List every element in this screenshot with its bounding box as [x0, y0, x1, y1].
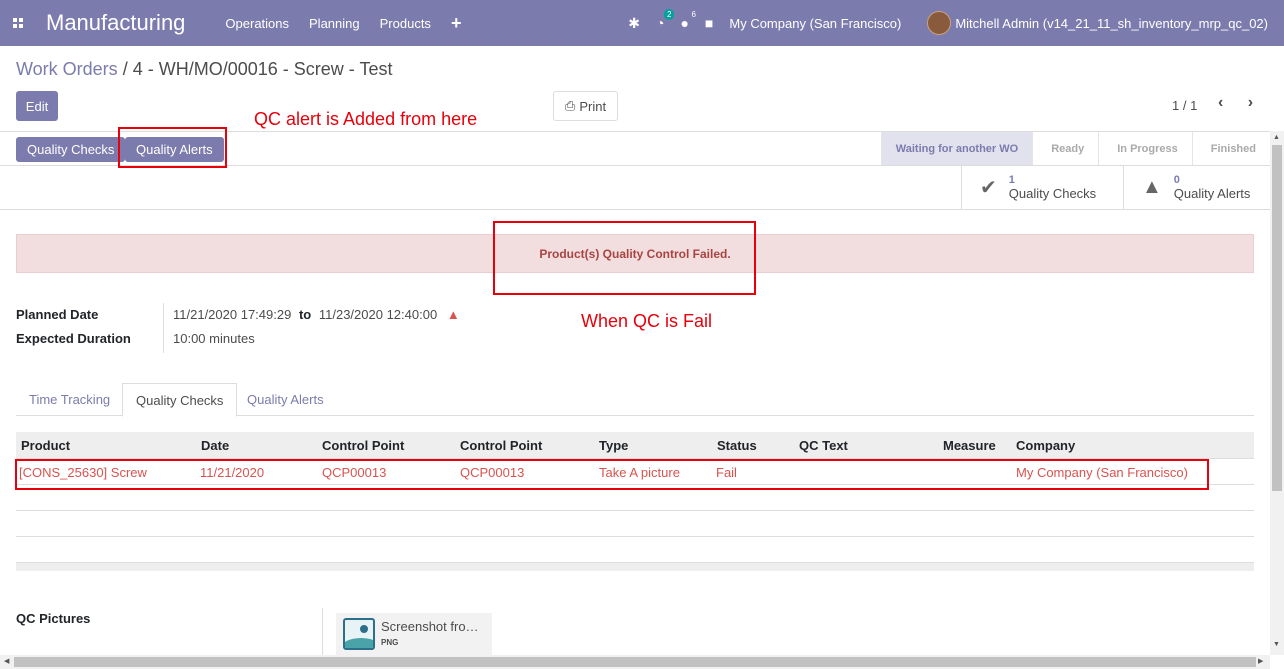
- print-button[interactable]: ⎙ Print: [553, 91, 618, 121]
- scroll-down-icon[interactable]: ▼: [1273, 641, 1280, 648]
- quality-checks-button[interactable]: Quality Checks: [16, 137, 126, 162]
- breadcrumb-current: 4 - WH/MO/00016 - Screw - Test: [132, 59, 393, 79]
- col-status[interactable]: Status: [717, 432, 757, 459]
- planned-to: to: [298, 307, 312, 322]
- tab-time-tracking[interactable]: Time Tracking: [16, 383, 123, 416]
- annotation-qc-alert: QC alert is Added from here: [254, 109, 478, 129]
- menu-products[interactable]: Products: [380, 16, 431, 31]
- attachment-name: Screenshot fro…: [381, 619, 479, 634]
- user-menu[interactable]: Mitchell Admin (v14_21_11_sh_inventory_m…: [955, 16, 1268, 31]
- quality-alerts-stat-button[interactable]: ▲ 0 Quality Alerts: [1123, 166, 1270, 209]
- stage-in-progress[interactable]: In Progress: [1098, 132, 1192, 165]
- late-warning-icon: ▲: [446, 307, 460, 322]
- scroll-left-icon[interactable]: ◀: [4, 657, 9, 665]
- expected-duration-value: 10:00 minutes: [173, 331, 255, 346]
- vertical-scrollbar[interactable]: ▲ ▼: [1270, 131, 1284, 655]
- qc-pictures-label: QC Pictures: [16, 611, 91, 626]
- stage-ready[interactable]: Ready: [1032, 132, 1098, 165]
- bug-icon[interactable]: ✱: [628, 15, 640, 32]
- chat-icon[interactable]: ● 6: [680, 10, 695, 31]
- quality-checks-stat-label: Quality Checks: [1008, 186, 1097, 201]
- apps-menu-icon[interactable]: [0, 0, 36, 46]
- user-avatar[interactable]: [927, 11, 952, 35]
- menu-operations[interactable]: Operations: [225, 16, 289, 31]
- quality-alerts-stat-label: Quality Alerts: [1173, 186, 1251, 201]
- planned-date-label: Planned Date: [16, 307, 99, 322]
- stage-waiting[interactable]: Waiting for another WO: [880, 132, 1033, 165]
- breadcrumb-work-orders[interactable]: Work Orders: [16, 59, 118, 79]
- planned-end: 11/23/2020 12:40:00: [318, 307, 438, 322]
- empty-row: [16, 511, 1254, 537]
- scroll-right-icon[interactable]: ▶: [1258, 657, 1263, 665]
- col-date[interactable]: Date: [201, 432, 229, 459]
- col-type[interactable]: Type: [599, 432, 628, 459]
- col-control-point[interactable]: Control Point: [322, 432, 404, 459]
- annotation-box-quality-alerts: [118, 127, 227, 168]
- messages-badge: 6: [691, 10, 696, 19]
- expected-duration-label: Expected Duration: [16, 331, 131, 346]
- quality-alerts-count: 0: [1173, 174, 1180, 186]
- gift-icon[interactable]: ■: [705, 15, 713, 31]
- stat-buttons-row: ✔ 1 Quality Checks ▲ 0 Quality Alerts: [0, 166, 1270, 210]
- vertical-scroll-thumb[interactable]: [1272, 145, 1282, 491]
- print-label: Print: [579, 98, 607, 114]
- duration-value: 10:00: [173, 331, 206, 346]
- stage-pipeline: Waiting for another WO Ready In Progress…: [880, 132, 1270, 165]
- quality-checks-stat-button[interactable]: ✔ 1 Quality Checks: [961, 166, 1123, 209]
- col-qc-text[interactable]: QC Text: [799, 432, 848, 459]
- empty-row: [16, 537, 1254, 563]
- pager-value[interactable]: 1 / 1: [1172, 98, 1197, 113]
- col-product[interactable]: Product: [21, 432, 70, 459]
- tab-quality-checks[interactable]: Quality Checks: [122, 383, 238, 417]
- col-control-point-2[interactable]: Control Point: [460, 432, 542, 459]
- company-switcher[interactable]: My Company (San Francisco): [729, 16, 901, 31]
- quality-checks-count: 1: [1008, 174, 1015, 186]
- stage-finished[interactable]: Finished: [1191, 132, 1270, 165]
- annotation-box-row: [15, 459, 1209, 490]
- image-file-icon: [343, 618, 375, 650]
- table-header: Product Date Control Point Control Point…: [16, 432, 1254, 459]
- horizontal-scrollbar[interactable]: ◀ ▶: [0, 655, 1270, 669]
- edit-button[interactable]: Edit: [16, 91, 58, 121]
- qc-pictures-divider: [322, 608, 323, 658]
- notebook-tabs: Time Tracking Quality Checks Quality Ale…: [16, 383, 1254, 417]
- attachment-card[interactable]: Screenshot fro… PNG: [336, 613, 492, 657]
- table-footer: [16, 563, 1254, 571]
- check-icon: ✔: [980, 177, 997, 199]
- warning-icon: ▲: [1142, 176, 1162, 198]
- planned-start: 11/21/2020 17:49:29: [173, 307, 292, 322]
- horizontal-scroll-thumb[interactable]: [14, 657, 1256, 667]
- print-icon: ⎙: [564, 98, 576, 113]
- breadcrumb-separator: /: [122, 59, 128, 79]
- attachment-ext: PNG: [381, 638, 399, 647]
- col-company[interactable]: Company: [1016, 432, 1075, 459]
- col-measure[interactable]: Measure: [943, 432, 996, 459]
- field-divider: [163, 303, 164, 353]
- annotation-box-alert: [493, 221, 756, 295]
- app-brand[interactable]: Manufacturing: [46, 10, 185, 36]
- activity-icon[interactable]: ◔ 2: [656, 9, 675, 31]
- add-menu-button[interactable]: +: [451, 13, 462, 34]
- quality-checks-table: Product Date Control Point Control Point…: [16, 432, 1254, 571]
- tab-quality-alerts[interactable]: Quality Alerts: [234, 383, 337, 416]
- annotation-qc-fail: When QC is Fail: [581, 311, 713, 331]
- menu-planning[interactable]: Planning: [309, 16, 360, 31]
- scroll-up-icon[interactable]: ▲: [1273, 134, 1280, 141]
- activity-badge: 2: [663, 9, 675, 20]
- top-navbar: Manufacturing Operations Planning Produc…: [0, 0, 1284, 46]
- duration-unit: minutes: [209, 331, 255, 346]
- breadcrumb: Work Orders / 4 - WH/MO/00016 - Screw - …: [16, 59, 392, 80]
- planned-date-value: 11/21/2020 17:49:29 to 11/23/2020 12:40:…: [173, 307, 460, 322]
- pager-arrows[interactable]: ‹ ›: [1218, 94, 1263, 112]
